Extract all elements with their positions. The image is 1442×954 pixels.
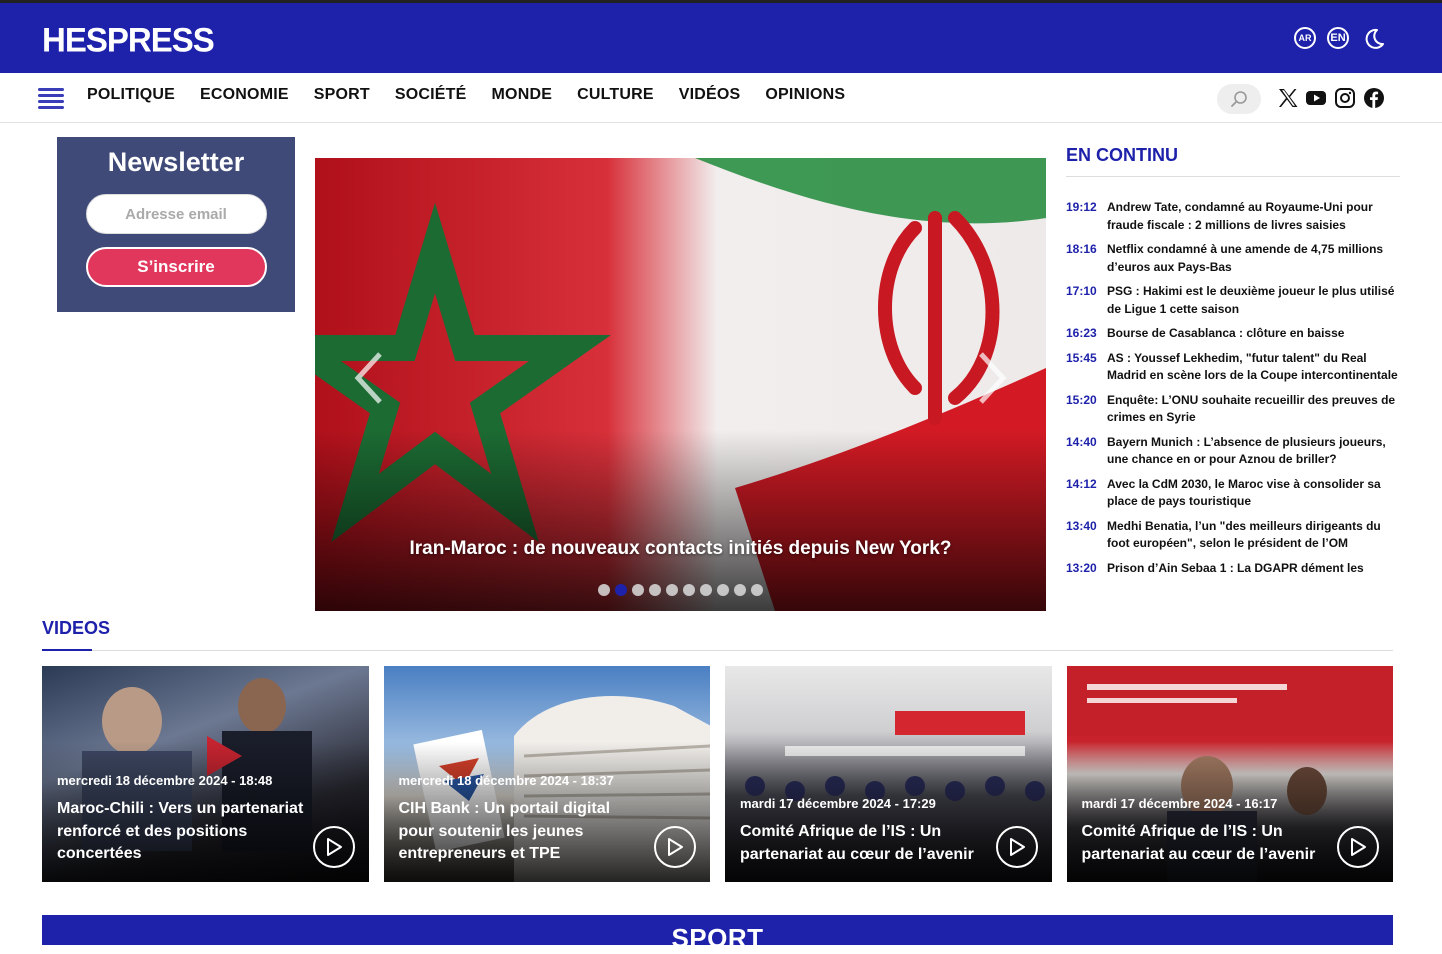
facebook-icon[interactable] (1363, 87, 1385, 109)
nav-item-politique[interactable]: POLITIQUE (87, 86, 175, 104)
play-icon (1009, 838, 1025, 856)
slider-dot[interactable] (649, 584, 661, 596)
video-cards: mercredi 18 décembre 2024 - 18:48 Maroc-… (42, 666, 1393, 882)
instagram-icon[interactable] (1334, 87, 1356, 109)
slider-dot[interactable] (700, 584, 712, 596)
news-text[interactable]: Andrew Tate, condamné au Royaume-Uni pou… (1107, 199, 1400, 234)
slider-dot[interactable] (751, 584, 763, 596)
list-item[interactable]: 17:10 PSG : Hakimi est le deuxième joueur… (1066, 283, 1400, 318)
slider-dot[interactable] (666, 584, 678, 596)
news-time: 19:12 (1066, 200, 1097, 214)
main-nav: POLITIQUE ECONOMIE SPORT SOCIÉTÉ MONDE C… (0, 73, 1442, 123)
nav-item-sport[interactable]: SPORT (314, 86, 370, 104)
video-title[interactable]: Comité Afrique de l’IS : Un partenariat … (740, 821, 990, 866)
list-item[interactable]: 14:12 Avec la CdM 2030, le Maroc vise à c… (1066, 476, 1400, 511)
slider-prev-chevron-icon[interactable] (350, 348, 390, 408)
nav-links: POLITIQUE ECONOMIE SPORT SOCIÉTÉ MONDE C… (87, 86, 870, 104)
site-header: HESPRESS AR EN (0, 3, 1442, 73)
play-icon (668, 838, 683, 856)
youtube-icon[interactable] (1305, 87, 1327, 109)
subscribe-button[interactable]: S’inscrire (85, 247, 267, 287)
slider-dots (315, 584, 1046, 596)
slider-dot[interactable] (683, 584, 695, 596)
en-continu-title: EN CONTINU (1066, 145, 1400, 177)
video-date: mardi 17 décembre 2024 - 17:29 (740, 796, 936, 811)
nav-item-economie[interactable]: ECONOMIE (200, 86, 289, 104)
video-card[interactable]: mardi 17 décembre 2024 - 16:17 Comité Af… (1066, 666, 1393, 882)
news-text[interactable]: Bayern Munich : L’absence de plusieurs j… (1107, 434, 1400, 469)
video-date: mercredi 18 décembre 2024 - 18:48 (57, 773, 273, 788)
email-input[interactable] (85, 194, 267, 234)
nav-item-culture[interactable]: CULTURE (577, 86, 654, 104)
list-item[interactable]: 16:23 Bourse de Casablanca : clôture en b… (1066, 325, 1400, 343)
news-time: 14:40 (1066, 434, 1097, 449)
news-time: 18:16 (1066, 242, 1097, 256)
news-time: 17:10 (1066, 284, 1097, 298)
lang-en-button[interactable]: EN (1327, 27, 1349, 49)
news-text[interactable]: AS : Youssef Lekhedim, "futur talent" du… (1107, 350, 1400, 385)
list-item[interactable]: 15:45 AS : Youssef Lekhedim, "futur talen… (1066, 350, 1400, 385)
slider-next-chevron-icon[interactable] (971, 348, 1011, 408)
newsletter-title: Newsletter (107, 147, 245, 177)
list-item[interactable]: 19:12 Andrew Tate, condamné au Royaume-Un… (1066, 199, 1400, 234)
site-logo[interactable]: HESPRESS (42, 20, 215, 60)
list-item[interactable]: 13:40 Medhi Benatia, l’un "des meilleurs … (1066, 518, 1400, 553)
video-card[interactable]: mercredi 18 décembre 2024 - 18:48 Maroc-… (42, 666, 369, 882)
video-card[interactable]: mercredi 18 décembre 2024 - 18:37 CIH Ba… (383, 666, 710, 882)
list-item[interactable]: 15:20 Enquête: L’ONU souhaite recueillir … (1066, 392, 1400, 427)
search-icon (1231, 91, 1247, 107)
videos-title: VIDEOS (42, 618, 1393, 651)
news-time: 13:40 (1066, 518, 1097, 533)
videos-section: VIDEOS mercredi 18 décembre 2024 - 18:48… (42, 618, 1393, 882)
en-continu-panel: EN CONTINU 19:12 Andrew Tate, condamné au… (1066, 145, 1400, 629)
list-item[interactable]: 14:40 Bayern Munich : L’absence de plusie… (1066, 434, 1400, 469)
slider-dot[interactable] (717, 584, 729, 596)
news-text[interactable]: Medhi Benatia, l’un "des meilleurs dirig… (1107, 518, 1400, 553)
play-icon (326, 838, 342, 856)
dark-mode-moon-icon[interactable] (1362, 27, 1386, 51)
play-button[interactable] (654, 826, 696, 868)
hero-title[interactable]: Iran-Maroc : de nouveaux contacts initié… (315, 538, 1046, 560)
news-list: 19:12 Andrew Tate, condamné au Royaume-Un… (1066, 199, 1400, 629)
news-text[interactable]: Enquête: L’ONU souhaite recueillir des p… (1107, 392, 1400, 427)
newsletter-box: Newsletter S’inscrire (57, 137, 295, 312)
news-text[interactable]: Netflix condamné à une amende de 4,75 mi… (1107, 241, 1400, 276)
nav-item-videos[interactable]: VIDÉOS (679, 86, 741, 104)
slider-dot[interactable] (734, 584, 746, 596)
nav-item-societe[interactable]: SOCIÉTÉ (395, 86, 467, 104)
hero-slider[interactable]: Iran-Maroc : de nouveaux contacts initié… (315, 158, 1046, 611)
news-time: 15:20 (1066, 392, 1097, 407)
video-card[interactable]: mardi 17 décembre 2024 - 17:29 Comité Af… (725, 666, 1052, 882)
news-text[interactable]: PSG : Hakimi est le deuxième joueur le p… (1107, 283, 1400, 318)
video-date: mercredi 18 décembre 2024 - 18:37 (398, 773, 614, 788)
lang-ar-button[interactable]: AR (1294, 27, 1316, 49)
nav-item-monde[interactable]: MONDE (492, 86, 553, 104)
news-text[interactable]: Prison d’Ain Sebaa 1 : La DGAPR dément l… (1107, 560, 1364, 578)
play-icon (1351, 838, 1366, 856)
news-time: 13:20 (1066, 560, 1097, 575)
news-time: 15:45 (1066, 350, 1097, 365)
list-item[interactable]: 13:20 Prison d’Ain Sebaa 1 : La DGAPR dém… (1066, 560, 1400, 578)
slider-dot[interactable] (598, 584, 610, 596)
x-twitter-icon[interactable] (1277, 87, 1299, 109)
news-time: 16:23 (1066, 326, 1097, 340)
play-button[interactable] (995, 826, 1038, 868)
video-date: mardi 17 décembre 2024 - 16:17 (1081, 796, 1278, 811)
play-button[interactable] (312, 826, 355, 868)
news-time: 14:12 (1066, 476, 1097, 491)
nav-item-opinions[interactable]: OPINIONS (765, 86, 845, 104)
slider-dot[interactable] (615, 584, 627, 596)
list-item[interactable]: 18:16 Netflix condamné à une amende de 4,… (1066, 241, 1400, 276)
video-title[interactable]: Comité Afrique de l’IS : Un partenariat … (1082, 821, 1332, 866)
video-title[interactable]: CIH Bank : Un portail digital pour soute… (399, 798, 649, 866)
news-text[interactable]: Bourse de Casablanca : clôture en baisse (1107, 325, 1344, 343)
slider-dot[interactable] (632, 584, 644, 596)
sport-section-banner[interactable]: SPORT (42, 915, 1393, 953)
video-title[interactable]: Maroc-Chili : Vers un partenariat renfor… (57, 798, 307, 866)
news-text[interactable]: Avec la CdM 2030, le Maroc vise à consol… (1107, 476, 1400, 511)
menu-hamburger-icon[interactable] (38, 88, 64, 110)
search-button[interactable] (1217, 84, 1261, 114)
play-button[interactable] (1337, 826, 1379, 868)
